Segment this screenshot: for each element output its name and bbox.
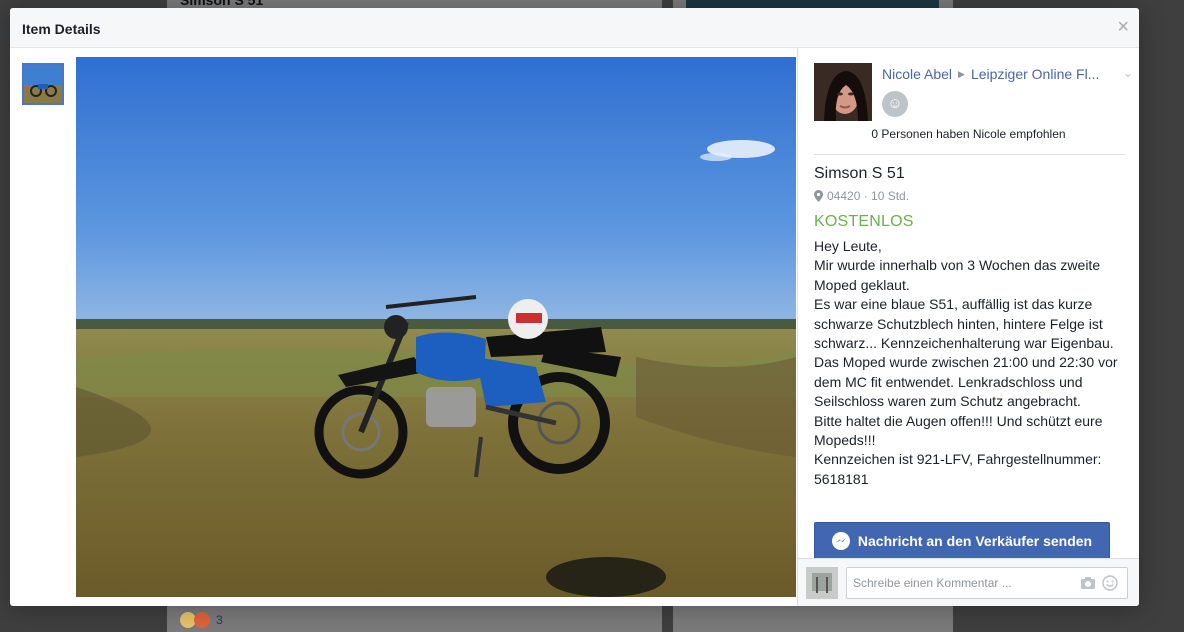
emoji-icon[interactable] bbox=[1102, 575, 1118, 591]
item-info-panel: Nicole Abel ▶ Leipziger Online Fl... ⌄ ☺… bbox=[797, 48, 1139, 606]
photo-thumbnail[interactable] bbox=[22, 63, 64, 105]
description-line: Kennzeichen ist 921-LFV, Fahrgestellnumm… bbox=[814, 451, 1102, 487]
group-name-link[interactable]: Leipziger Online Fl... bbox=[971, 66, 1099, 82]
reactions-count: 3 bbox=[216, 613, 223, 627]
camera-icon[interactable] bbox=[1080, 576, 1096, 590]
description-line: Das Moped wurde zwischen 21:00 und 22:30… bbox=[814, 354, 1118, 410]
item-meta: 04420 · 10 Std. bbox=[814, 189, 909, 203]
chevron-down-icon[interactable]: ⌄ bbox=[1123, 66, 1133, 80]
angry-reaction-icon bbox=[194, 612, 210, 628]
seller-breadcrumb: Nicole Abel ▶ Leipziger Online Fl... bbox=[882, 66, 1099, 82]
comment-bar bbox=[798, 558, 1139, 606]
description-line: Mir wurde innerhalb von 3 Wochen das zwe… bbox=[814, 257, 1101, 293]
description-line: Es war eine blaue S51, auffällig ist das… bbox=[814, 296, 1114, 352]
item-price: KOSTENLOS bbox=[814, 213, 914, 230]
location-time: 04420 · 10 Std. bbox=[827, 189, 910, 203]
divider bbox=[814, 154, 1125, 155]
item-description: Hey Leute, Mir wurde innerhalb von 3 Woc… bbox=[814, 237, 1129, 489]
seller-name-link[interactable]: Nicole Abel bbox=[882, 66, 952, 82]
user-avatar bbox=[806, 567, 838, 599]
dialog-title: Item Details bbox=[22, 21, 101, 37]
feed-reactions[interactable]: 3 bbox=[180, 612, 223, 628]
messenger-icon bbox=[831, 532, 850, 550]
smiley-icon[interactable]: ☺ bbox=[882, 91, 908, 117]
item-title: Simson S 51 bbox=[814, 165, 905, 182]
description-line: Hey Leute, bbox=[814, 238, 882, 254]
map-pin-icon bbox=[814, 190, 823, 202]
message-button-label: Nachricht an den Verkäufer senden bbox=[857, 533, 1093, 549]
close-icon[interactable]: × bbox=[1117, 17, 1129, 37]
dialog-header: Item Details × bbox=[10, 8, 1139, 48]
item-photo[interactable] bbox=[76, 57, 796, 597]
breadcrumb-arrow-icon: ▶ bbox=[958, 68, 965, 79]
seller-recommendations: 0 Personen haben Nicole empfohlen bbox=[871, 127, 1066, 141]
message-seller-button[interactable]: Nachricht an den Verkäufer senden bbox=[814, 522, 1110, 560]
description-line: Bitte haltet die Augen offen!!! Und schü… bbox=[814, 412, 1103, 449]
item-details-dialog: Item Details × Nicole Abel ▶ Leipziger O… bbox=[10, 8, 1139, 606]
seller-avatar[interactable] bbox=[814, 63, 872, 121]
